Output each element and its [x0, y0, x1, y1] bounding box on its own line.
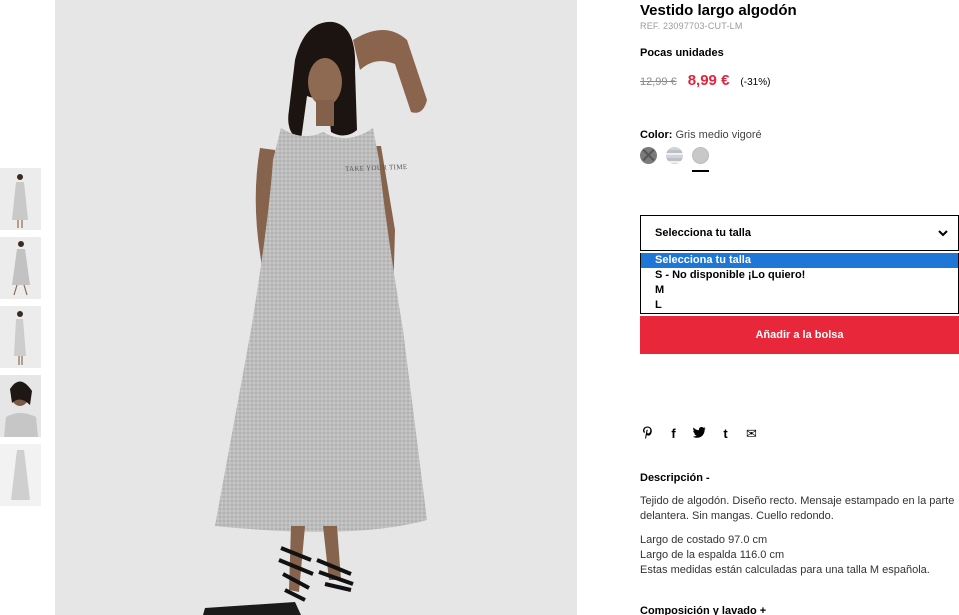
- thumbnail-detail[interactable]: [0, 375, 41, 437]
- discount-badge: (-31%): [740, 77, 771, 88]
- swatch-dark-grey-unavailable[interactable]: [640, 147, 657, 164]
- thumbnail-flat[interactable]: [0, 444, 41, 506]
- thumbnail-list: [0, 168, 42, 513]
- description-body: Tejido de algodón. Diseño recto. Mensaje…: [640, 494, 959, 578]
- size-option-l[interactable]: L: [641, 298, 958, 313]
- color-label: Color:: [640, 129, 673, 141]
- swatch-selected-wrapper: [692, 147, 709, 172]
- chevron-down-icon: [938, 230, 948, 237]
- tumblr-icon[interactable]: t: [719, 427, 732, 441]
- measure-note: Estas medidas están calculadas para una …: [640, 564, 930, 576]
- description-paragraph: Tejido de algodón. Diseño recto. Mensaje…: [640, 495, 955, 522]
- swatch-striped[interactable]: [666, 147, 683, 164]
- product-reference: REF. 23097703-CUT-LM: [640, 21, 743, 31]
- measure-line-2: Largo de la espalda 116.0 cm: [640, 549, 785, 561]
- measure-line-1: Largo de costado 97.0 cm: [640, 534, 768, 546]
- size-select[interactable]: Selecciona tu talla: [640, 215, 959, 251]
- product-info: Vestido largo algodón REF. 23097703-CUT-…: [640, 0, 959, 172]
- selected-swatch-indicator: [692, 170, 709, 172]
- swatch-grey-melange[interactable]: [692, 147, 709, 164]
- pinterest-icon[interactable]: [641, 426, 654, 442]
- stock-notice: Pocas unidades: [640, 47, 724, 59]
- product-main-image[interactable]: TAKE YOUR TIME: [55, 0, 577, 615]
- product-title: Vestido largo algodón: [640, 2, 797, 19]
- size-select-label: Selecciona tu talla: [655, 227, 751, 239]
- size-option-s[interactable]: S - No disponible ¡Lo quiero!: [641, 268, 958, 283]
- size-dropdown-list: Selecciona tu talla S - No disponible ¡L…: [640, 253, 959, 314]
- color-label-row: Color: Gris medio vigoré: [640, 129, 959, 141]
- email-icon[interactable]: ✉: [745, 427, 758, 441]
- thumbnail-front[interactable]: [0, 168, 41, 230]
- old-price: 12,99 €: [640, 76, 677, 88]
- price-row: 12,99 € 8,99 € (-31%): [640, 72, 959, 89]
- color-value: Gris medio vigoré: [675, 129, 762, 141]
- color-swatches: [640, 147, 959, 172]
- composition-heading[interactable]: Composición y lavado +: [640, 605, 766, 615]
- twitter-icon[interactable]: [692, 427, 706, 441]
- description-heading[interactable]: Descripción -: [640, 472, 710, 484]
- size-option-placeholder[interactable]: Selecciona tu talla: [641, 253, 958, 268]
- thumbnail-side[interactable]: [0, 306, 41, 368]
- thumbnail-walk[interactable]: [0, 237, 41, 299]
- facebook-icon[interactable]: f: [667, 427, 680, 441]
- share-icons: f t ✉: [641, 426, 758, 442]
- sale-price: 8,99 €: [687, 72, 730, 89]
- size-option-m[interactable]: M: [641, 283, 958, 298]
- add-to-bag-button[interactable]: Añadir a la bolsa: [640, 316, 959, 354]
